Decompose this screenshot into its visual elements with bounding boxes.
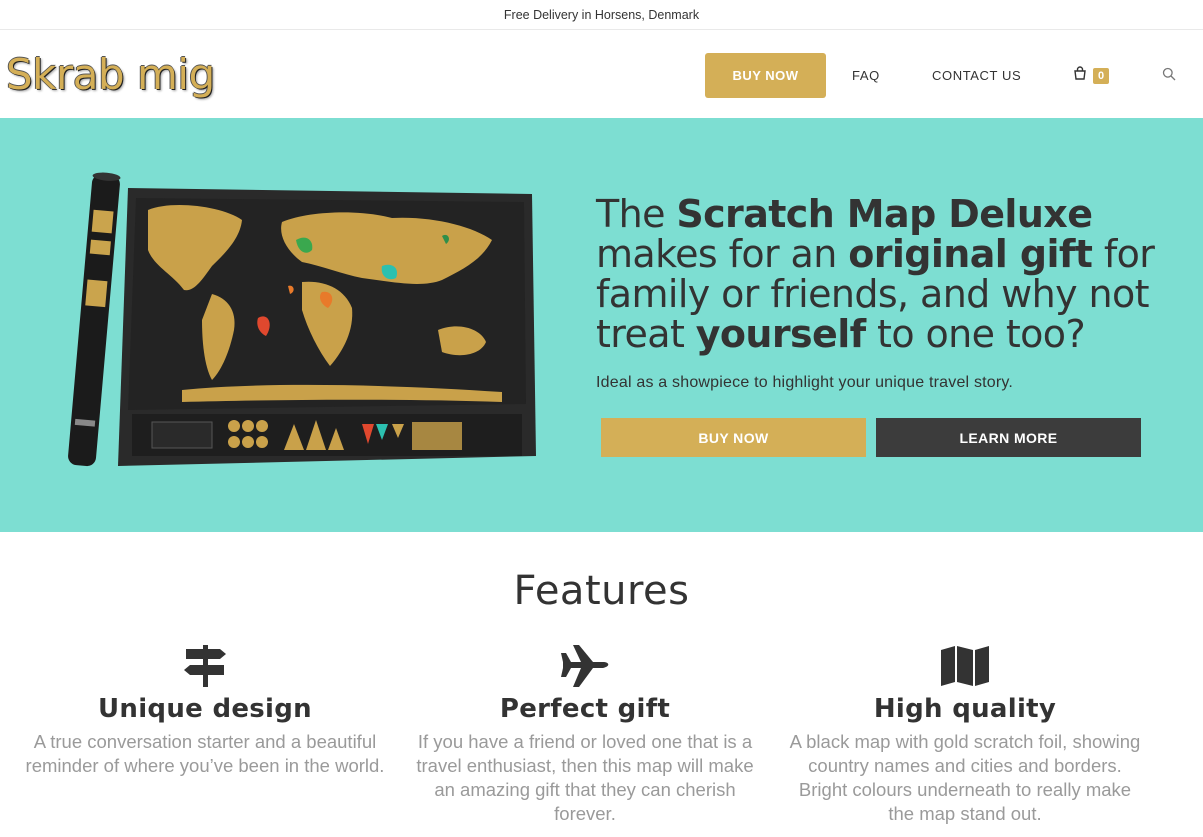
airplane-icon (405, 640, 765, 692)
cart-button[interactable]: 0 (1073, 66, 1110, 85)
feature-text: A black map with gold scratch foil, show… (789, 731, 1141, 824)
hero-headline-bold: Scratch Map Deluxe (676, 192, 1093, 236)
hero-headline: The Scratch Map Deluxe makes for an orig… (596, 194, 1176, 354)
feature-text: A true conversation starter and a beauti… (25, 731, 385, 776)
hero-headline-text: makes for an (596, 232, 849, 276)
feature-title: Perfect gift (499, 694, 671, 724)
scratch-map-product-image (62, 170, 542, 470)
announcement-bar: Free Delivery in Horsens, Denmark (0, 0, 1203, 30)
hero-headline-text: The (596, 192, 677, 236)
feature-card: High quality A black map with gold scrat… (785, 640, 1145, 826)
feature-card: Unique design A true conversation starte… (25, 640, 385, 778)
features-heading: Features (513, 568, 690, 614)
site-logo[interactable]: Skrab mig (6, 50, 215, 99)
map-icon (785, 640, 1145, 692)
feature-card: Perfect gift If you have a friend or lov… (405, 640, 765, 826)
feature-title: Unique design (98, 694, 312, 724)
hero-section: The Scratch Map Deluxe makes for an orig… (0, 118, 1203, 532)
announcement-text: Free Delivery in Horsens, Denmark (503, 7, 700, 22)
search-icon[interactable] (1162, 67, 1176, 86)
signpost-icon (25, 640, 385, 692)
feature-text: If you have a friend or loved one that i… (416, 731, 754, 824)
hero-subtitle: Ideal as a showpiece to highlight your u… (596, 374, 1014, 391)
shopping-bag-icon (1073, 66, 1087, 85)
nav-faq-link[interactable]: FAQ (852, 53, 880, 98)
hero-headline-bold: yourself (695, 312, 866, 356)
hero-learn-more-button[interactable]: LEARN MORE (876, 418, 1141, 457)
hero-buy-now-button[interactable]: BUY NOW (601, 418, 866, 457)
feature-title: High quality (873, 694, 1057, 724)
site-header: Skrab mig BUY NOW FAQ CONTACT US 0 (0, 30, 1203, 118)
nav-contact-link[interactable]: CONTACT US (932, 53, 1021, 98)
hero-headline-text: to one too? (865, 312, 1086, 356)
hero-headline-bold: original gift (848, 232, 1093, 276)
nav-buy-now-button[interactable]: BUY NOW (705, 53, 826, 98)
cart-count-badge: 0 (1093, 67, 1110, 84)
